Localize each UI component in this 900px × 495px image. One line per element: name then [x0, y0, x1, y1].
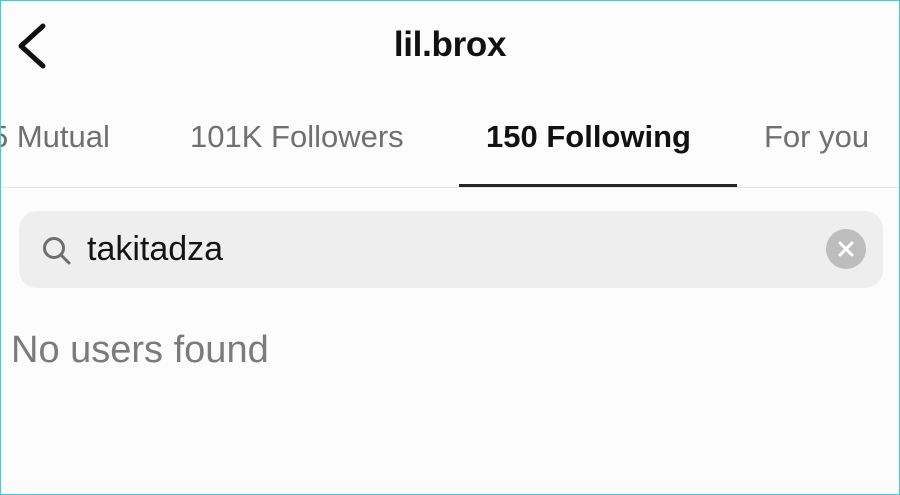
search-input[interactable] [87, 225, 807, 273]
search-bar [19, 211, 883, 288]
tab-for-you[interactable]: For you [764, 119, 869, 155]
active-tab-indicator [459, 184, 737, 187]
screenshot-frame: lil.brox 5 Mutual 101K Followers 150 Fol… [0, 0, 900, 495]
search-icon [43, 237, 71, 265]
follow-tabs: 5 Mutual 101K Followers 150 Following Fo… [1, 109, 899, 188]
no-results-message: No users found [11, 329, 269, 371]
tab-mutual[interactable]: 5 Mutual [1, 119, 110, 155]
clear-icon [838, 241, 854, 257]
clear-search-button[interactable] [826, 229, 866, 269]
tab-followers[interactable]: 101K Followers [190, 119, 404, 155]
profile-username-title: lil.brox [393, 25, 507, 64]
tab-following[interactable]: 150 Following [486, 119, 691, 155]
top-bar: lil.brox [1, 1, 899, 93]
